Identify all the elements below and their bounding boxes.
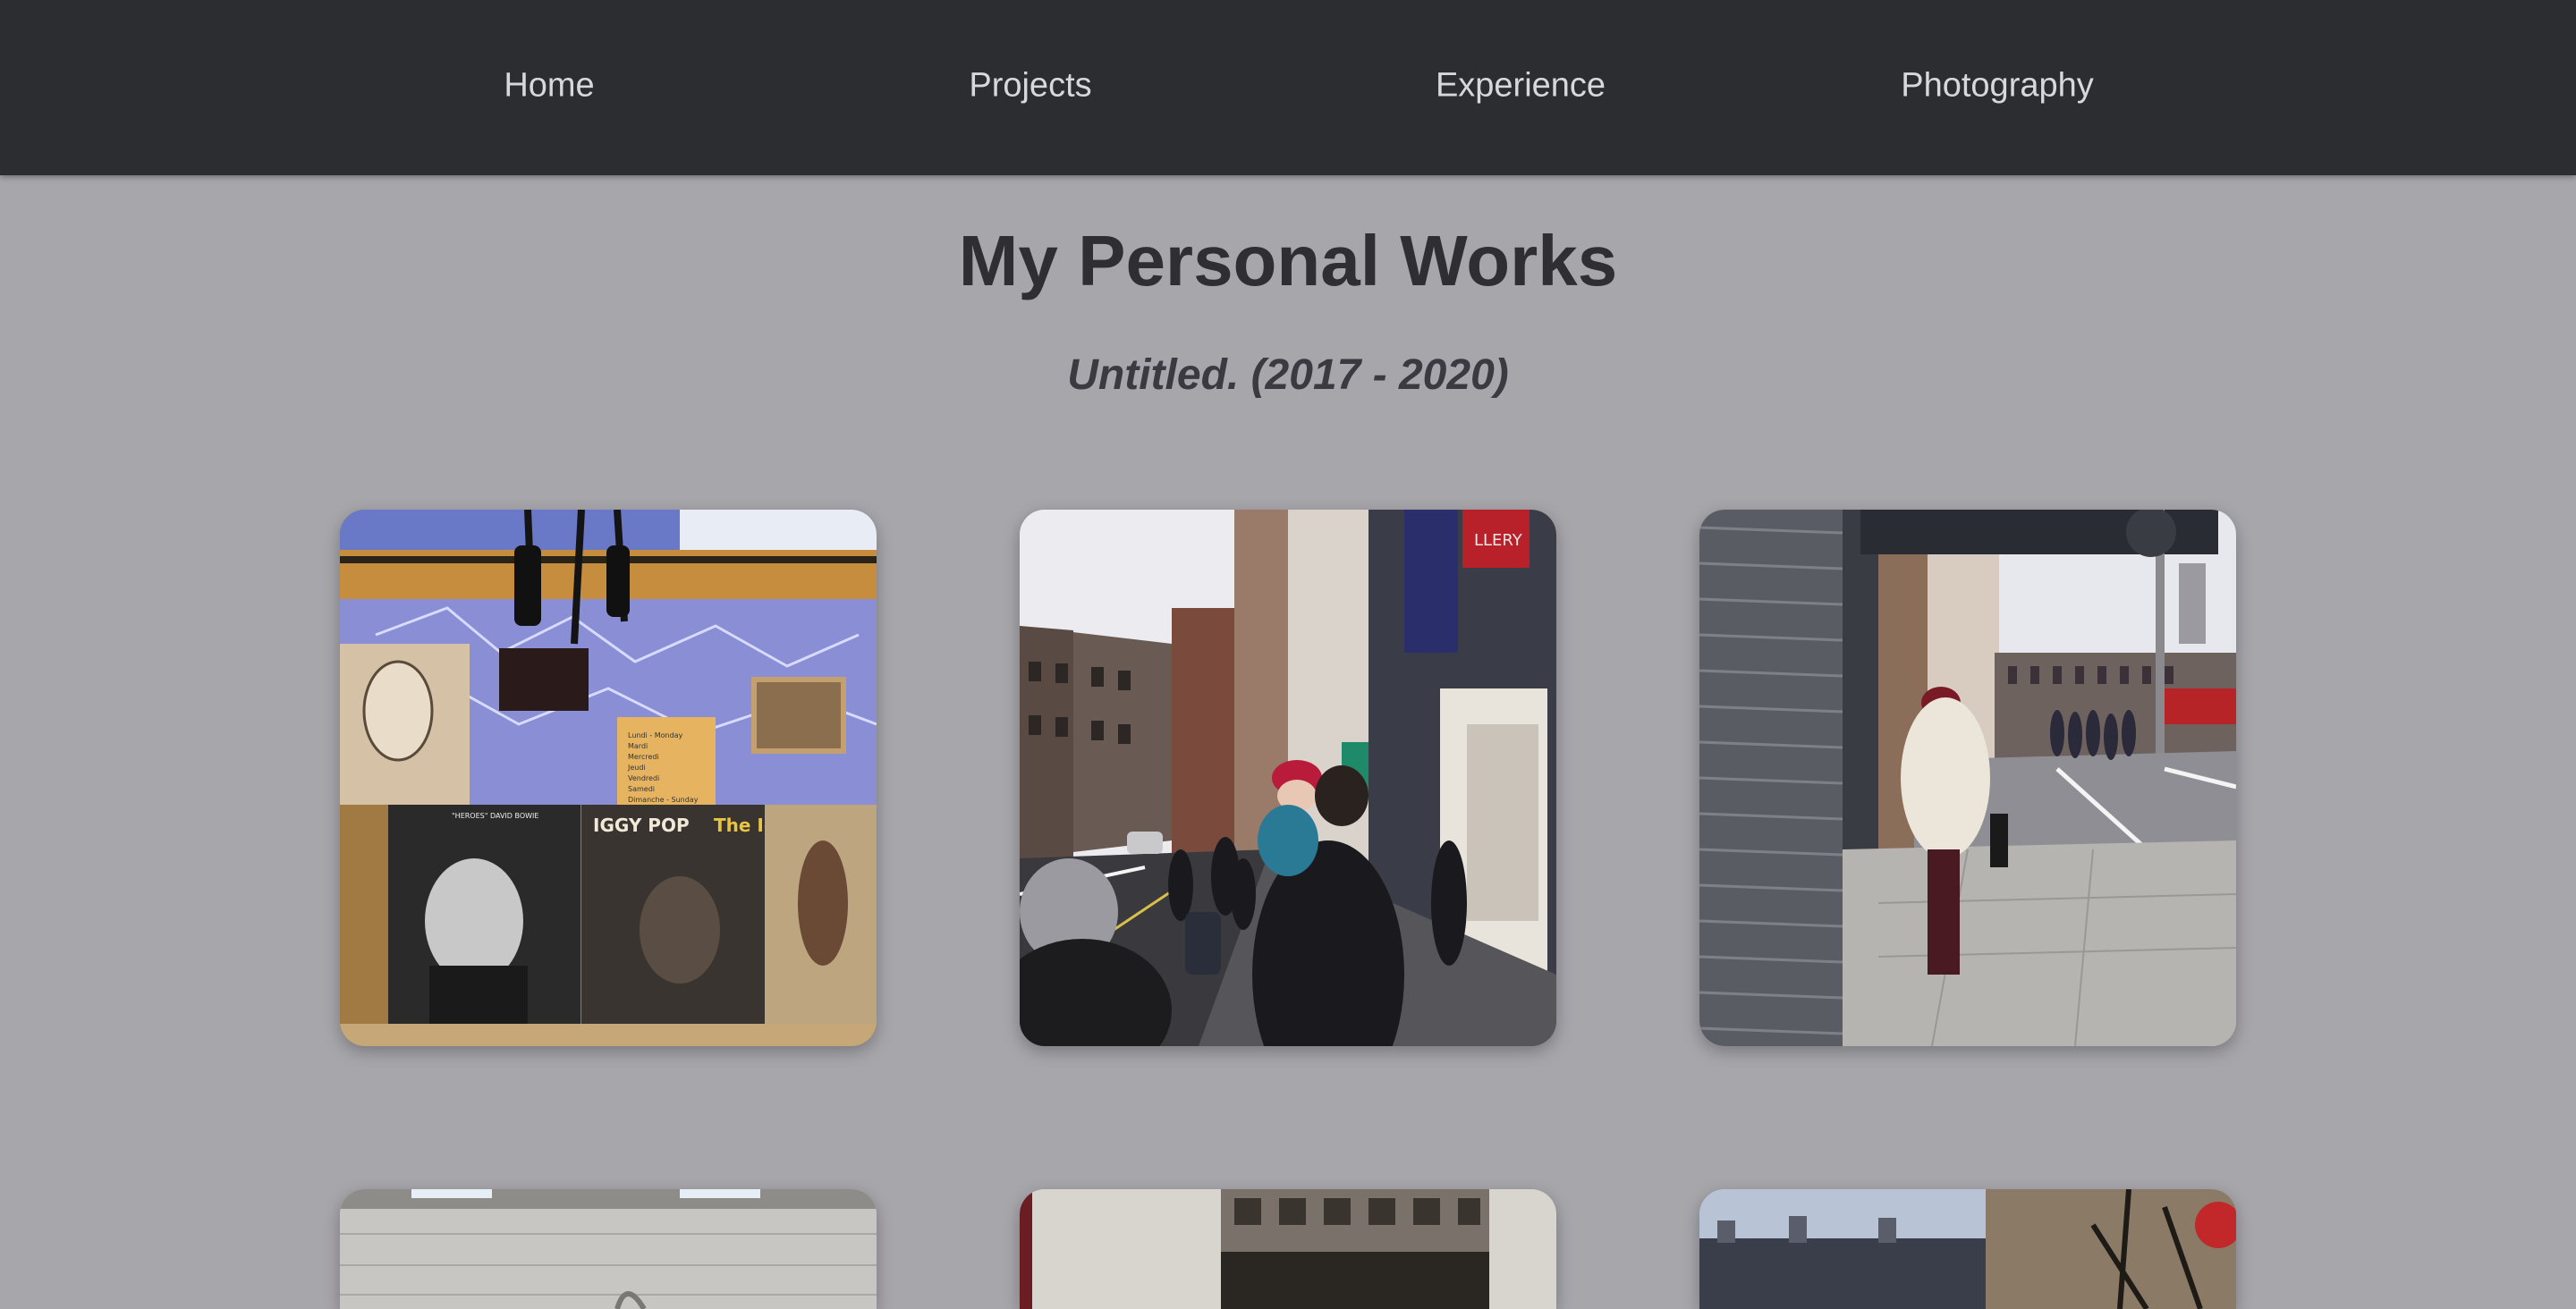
svg-text:Vendredi: Vendredi xyxy=(628,774,659,782)
rooftops-photo-image xyxy=(1699,1189,2236,1309)
street-crowd-photo-image: LLERY xyxy=(1020,510,1556,1046)
storefront-photo-image xyxy=(1020,1189,1556,1309)
nav-experience-link[interactable]: Experience xyxy=(1436,67,1606,106)
gallery-photo-storefront[interactable] xyxy=(1020,1189,1556,1309)
nav-home-link[interactable]: Home xyxy=(504,67,594,106)
gallery-photo-rooftops[interactable] xyxy=(1699,1189,2236,1309)
white-coat-photo-image xyxy=(1699,510,2236,1046)
series-title: Untitled. (2017 - 2020) xyxy=(1067,351,1509,399)
svg-text:Mercredi: Mercredi xyxy=(628,753,659,761)
gallery-photo-stone-facade[interactable] xyxy=(340,1189,877,1309)
nav-photography-link[interactable]: Photography xyxy=(1901,67,2094,106)
gallery-sign-text: LLERY xyxy=(1474,531,1523,550)
gallery-photo-record-shop[interactable]: Lundi - Monday Mardi Mercredi Jeudi Vend… xyxy=(340,510,877,1046)
record-shop-photo-image: Lundi - Monday Mardi Mercredi Jeudi Vend… xyxy=(340,510,877,1046)
page-title: My Personal Works xyxy=(958,221,1618,300)
nav-projects-link[interactable]: Projects xyxy=(969,67,1091,106)
svg-text:Dimanche - Sunday: Dimanche - Sunday xyxy=(628,796,699,804)
svg-text:Lundi - Monday: Lundi - Monday xyxy=(628,731,683,739)
svg-text:Jeudi: Jeudi xyxy=(627,764,646,772)
top-navbar: Home Projects Experience Photography xyxy=(0,0,2576,175)
svg-text:Mardi: Mardi xyxy=(628,742,648,750)
stone-facade-photo-image xyxy=(340,1189,877,1309)
heroes-record-label: "HEROES" DAVID BOWIE xyxy=(452,812,538,820)
gallery-photo-street-crowd[interactable]: LLERY xyxy=(1020,510,1556,1046)
gallery-photo-white-coat[interactable] xyxy=(1699,510,2236,1046)
svg-text:Samedi: Samedi xyxy=(628,785,655,793)
iggy-pop-record-label: IGGY POP xyxy=(593,815,690,836)
